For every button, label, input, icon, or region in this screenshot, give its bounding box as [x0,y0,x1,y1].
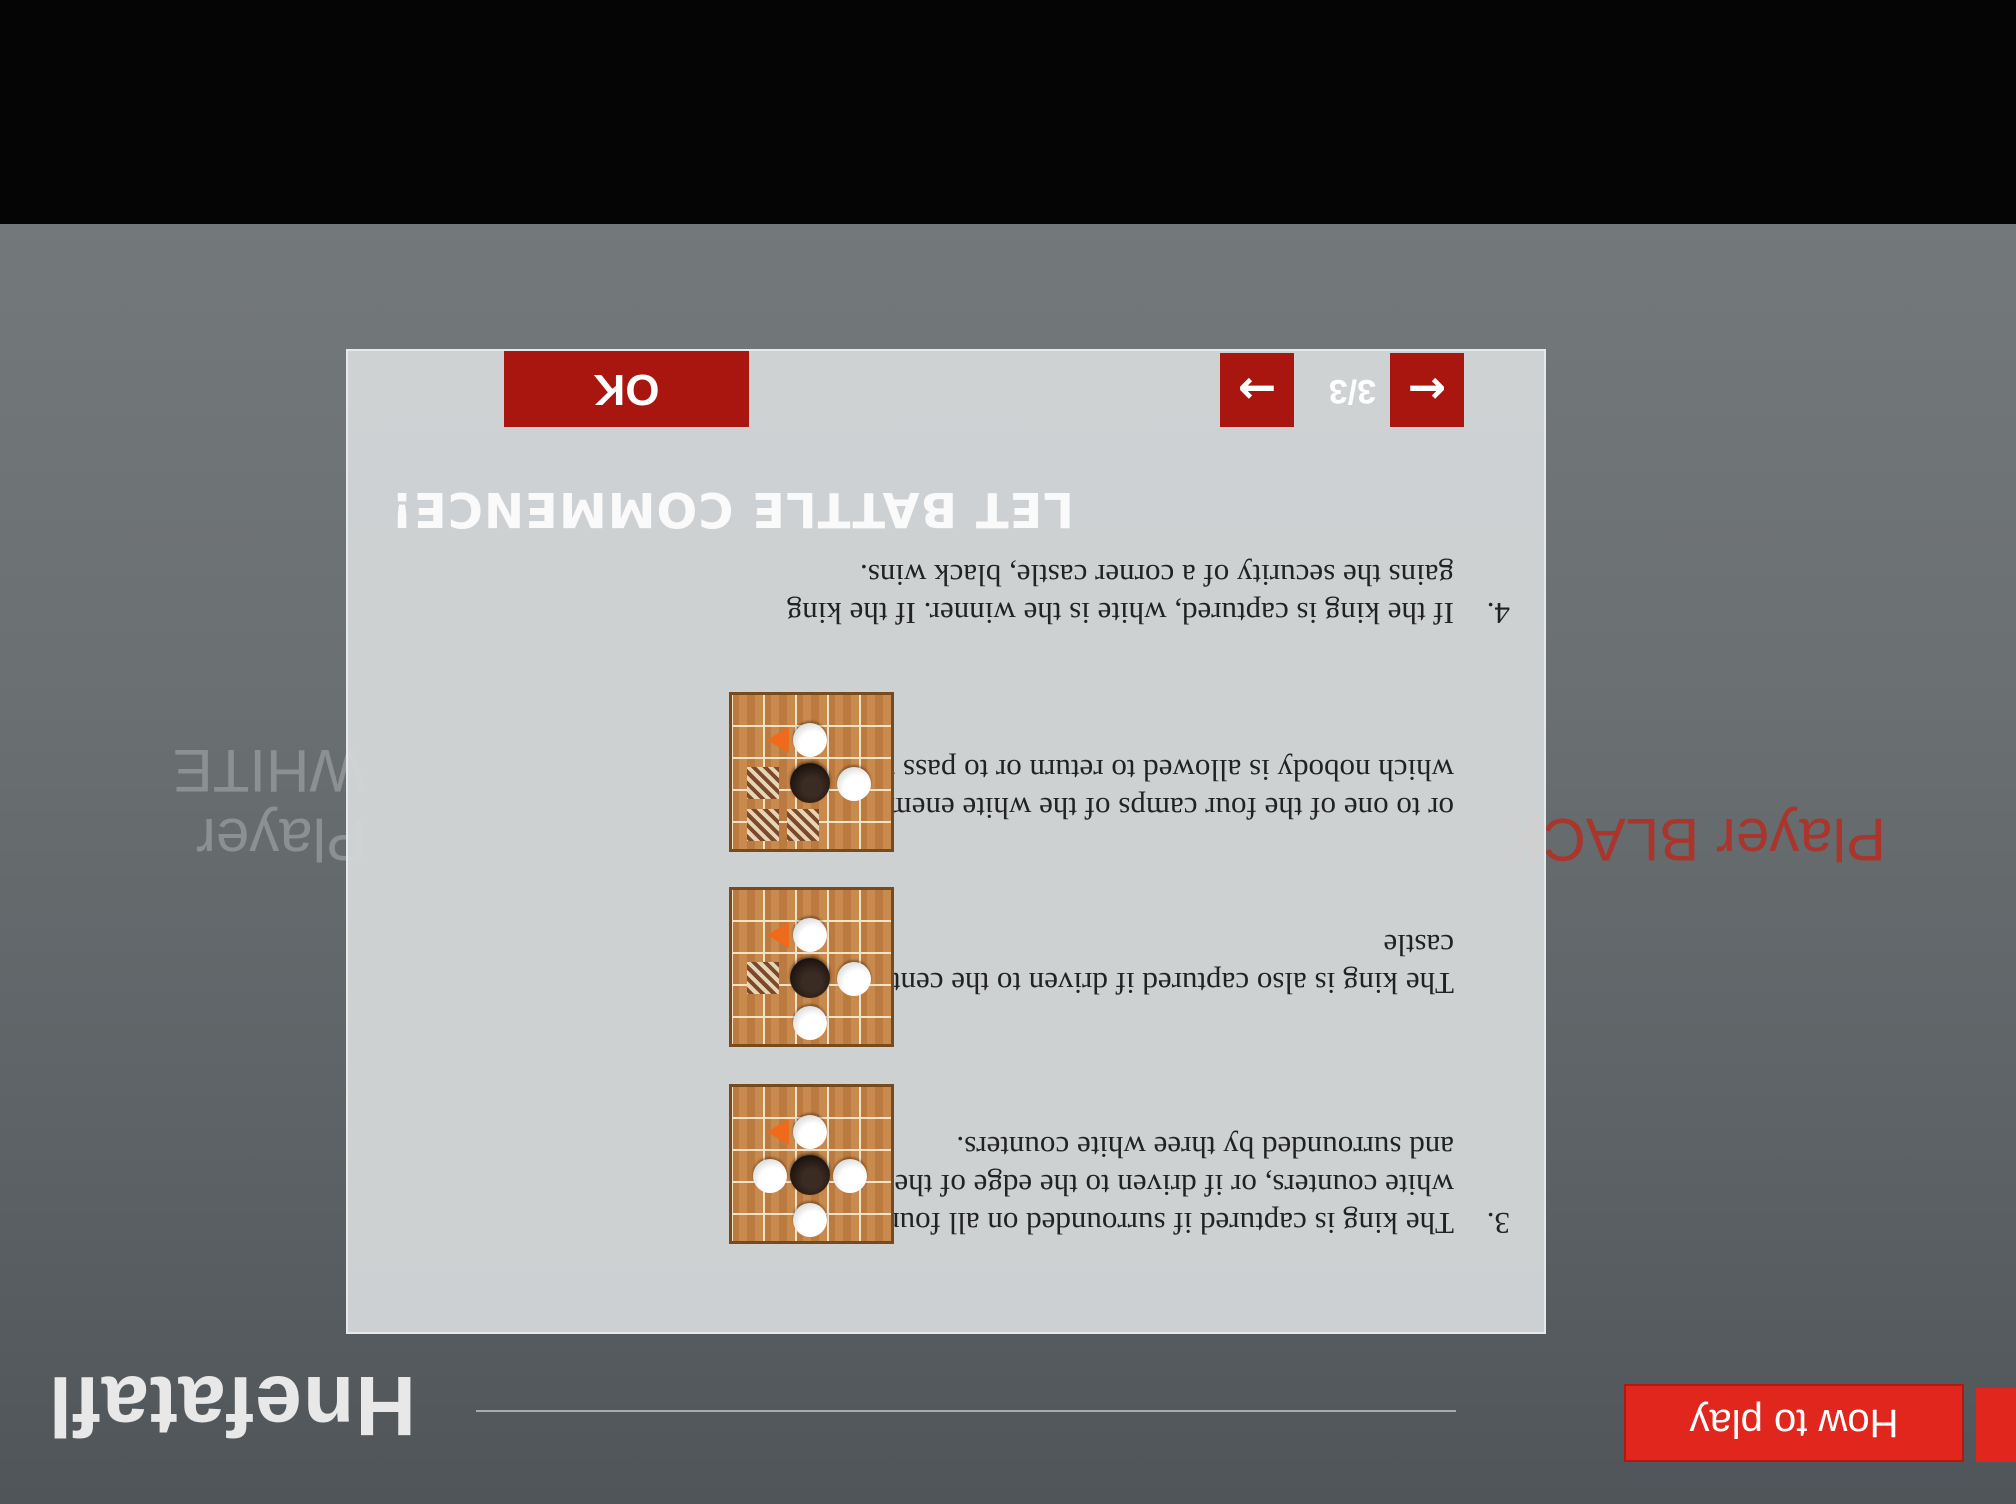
player-white-label: Player WHITE [172,737,366,873]
prev-page-button[interactable]: ← [1390,353,1464,427]
white-counter [793,1006,827,1040]
how-to-play-button[interactable]: How to play [1624,1384,1964,1462]
rule-number: 4. [1486,596,1510,631]
white-counter [793,918,827,952]
king-piece [790,763,830,803]
white-counter [837,767,871,801]
game-screen: Hnefatafl How to play Player WHITE Playe… [0,224,2016,1504]
rule-number: 3. [1486,1206,1510,1241]
camp-tile-icon [747,809,779,841]
white-counter [837,962,871,996]
menu-corner-button[interactable] [1976,1388,2016,1462]
page-indicator: 3/3 [1328,372,1376,410]
castle-tile-icon [747,962,779,994]
board-illustration-castle [729,887,894,1047]
white-counter [793,1203,827,1237]
orange-arrow-icon [767,922,789,948]
rule-text: If the king is captured, white is the wi… [786,558,1454,631]
player-black-label: Player BLACK [1502,806,1887,873]
game-title: Hnefatafl [47,1359,416,1453]
bezel-black-area [0,0,2016,224]
next-page-button[interactable]: → [1220,353,1294,427]
camp-tile-icon [787,809,819,841]
board-illustration-camp [729,692,894,852]
king-piece [790,1155,830,1195]
how-to-play-dialog: 3. The king is captured if surrounded on… [346,349,1546,1334]
arrow-left-icon: ← [1407,363,1447,417]
orange-arrow-icon [767,1119,789,1145]
orange-arrow-icon [767,727,789,753]
white-counter [793,1115,827,1149]
board-illustration-surrounded [729,1084,894,1244]
arrow-right-icon: → [1237,363,1277,417]
ok-button[interactable]: OK [504,351,749,427]
rule-4: 4. If the king is captured, white is the… [774,556,1510,632]
white-counter [793,723,827,757]
title-divider [476,1410,1456,1412]
game-scene: Hnefatafl How to play Player WHITE Playe… [0,0,2016,1504]
white-counter [833,1159,867,1193]
camp-tile-icon [747,767,779,799]
battle-title: LET BATTLE COMMENCE! [390,481,1074,537]
white-counter [753,1159,787,1193]
king-piece [790,958,830,998]
